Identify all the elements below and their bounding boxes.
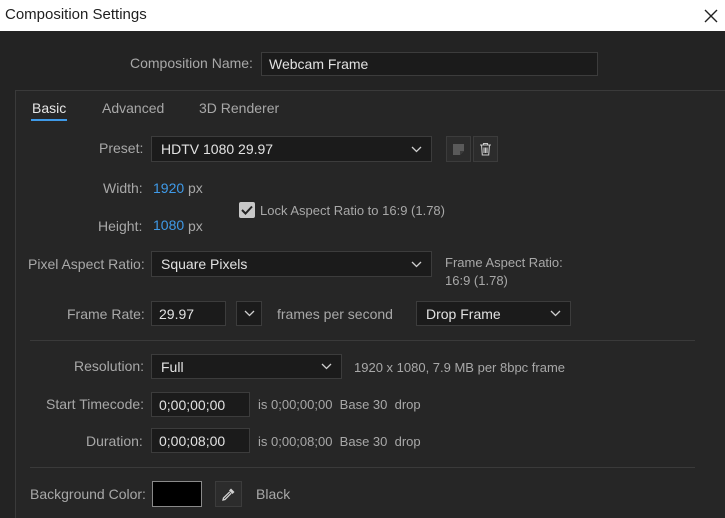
height-unit: px bbox=[188, 218, 203, 234]
duration-value: 0;00;08;00 bbox=[159, 432, 226, 449]
save-preset-button[interactable] bbox=[446, 136, 471, 162]
height-value[interactable]: 1080 bbox=[153, 217, 184, 233]
preset-value: HDTV 1080 29.97 bbox=[161, 141, 274, 157]
eyedropper-button[interactable] bbox=[215, 481, 242, 507]
background-color-swatch[interactable] bbox=[152, 481, 202, 507]
divider bbox=[30, 467, 695, 468]
start-timecode-label: Start Timecode: bbox=[46, 396, 145, 412]
frame-aspect-value: 16:9 (1.78) bbox=[445, 273, 508, 288]
comp-name-value: Webcam Frame bbox=[269, 56, 369, 72]
height-label: Height: bbox=[98, 218, 143, 234]
resolution-info: 1920 x 1080, 7.9 MB per 8bpc frame bbox=[354, 360, 566, 375]
lock-aspect-label: Lock Aspect Ratio to 16:9 (1.78) bbox=[260, 203, 445, 218]
duration-label: Duration: bbox=[86, 433, 143, 449]
background-color-label: Background Color: bbox=[30, 486, 146, 502]
start-timecode-value: 0;00;00;00 bbox=[159, 396, 226, 413]
resolution-value: Full bbox=[161, 358, 184, 375]
drop-frame-dropdown[interactable]: Drop Frame bbox=[416, 301, 571, 326]
close-button[interactable] bbox=[697, 0, 725, 31]
preset-dropdown[interactable]: HDTV 1080 29.97 bbox=[151, 136, 432, 162]
title-bar: Composition Settings bbox=[0, 0, 725, 31]
comp-name-input[interactable]: Webcam Frame bbox=[261, 52, 598, 76]
divider bbox=[30, 340, 695, 341]
pixel-aspect-label: Pixel Aspect Ratio: bbox=[28, 256, 145, 272]
active-tab-indicator bbox=[31, 119, 67, 121]
tab-advanced[interactable]: Advanced bbox=[102, 100, 164, 116]
drop-frame-value: Drop Frame bbox=[426, 305, 501, 322]
chevron-down-icon bbox=[550, 310, 561, 317]
chevron-down-icon bbox=[321, 363, 332, 370]
frame-rate-label: Frame Rate: bbox=[67, 306, 145, 322]
chevron-down-icon bbox=[411, 146, 422, 152]
pixel-aspect-value: Square Pixels bbox=[161, 256, 248, 272]
frame-rate-input[interactable]: 29.97 bbox=[151, 301, 226, 326]
duration-info: is 0;00;08;00 Base 30 drop bbox=[258, 434, 421, 449]
trash-icon bbox=[480, 142, 491, 156]
tab-3d-renderer[interactable]: 3D Renderer bbox=[199, 100, 279, 116]
eyedropper-icon bbox=[222, 488, 235, 501]
lock-aspect-checkbox[interactable] bbox=[239, 202, 255, 218]
width-value[interactable]: 1920 bbox=[153, 180, 184, 196]
checkmark-icon bbox=[241, 205, 253, 215]
window-title: Composition Settings bbox=[5, 6, 147, 23]
comp-name-label: Composition Name: bbox=[130, 55, 253, 71]
close-icon bbox=[704, 9, 718, 22]
frame-rate-dropdown[interactable] bbox=[236, 301, 262, 326]
start-timecode-input[interactable]: 0;00;00;00 bbox=[151, 392, 250, 417]
preset-label: Preset: bbox=[99, 140, 144, 156]
duration-input[interactable]: 0;00;08;00 bbox=[151, 428, 250, 453]
width-label: Width: bbox=[103, 180, 143, 196]
chevron-down-icon bbox=[244, 310, 254, 317]
delete-preset-button[interactable] bbox=[473, 136, 498, 162]
frame-rate-value: 29.97 bbox=[159, 305, 195, 322]
background-color-name: Black bbox=[256, 486, 291, 502]
pixel-aspect-dropdown[interactable]: Square Pixels bbox=[151, 251, 432, 277]
tab-basic[interactable]: Basic bbox=[32, 100, 66, 116]
frame-rate-unit: frames per second bbox=[277, 306, 393, 322]
width-unit: px bbox=[188, 180, 203, 196]
chevron-down-icon bbox=[411, 261, 422, 267]
resolution-dropdown[interactable]: Full bbox=[151, 354, 342, 379]
start-timecode-info: is 0;00;00;00 Base 30 drop bbox=[258, 397, 421, 412]
save-preset-icon bbox=[453, 143, 464, 155]
resolution-label: Resolution: bbox=[74, 358, 145, 374]
frame-aspect-label: Frame Aspect Ratio: bbox=[445, 255, 563, 270]
